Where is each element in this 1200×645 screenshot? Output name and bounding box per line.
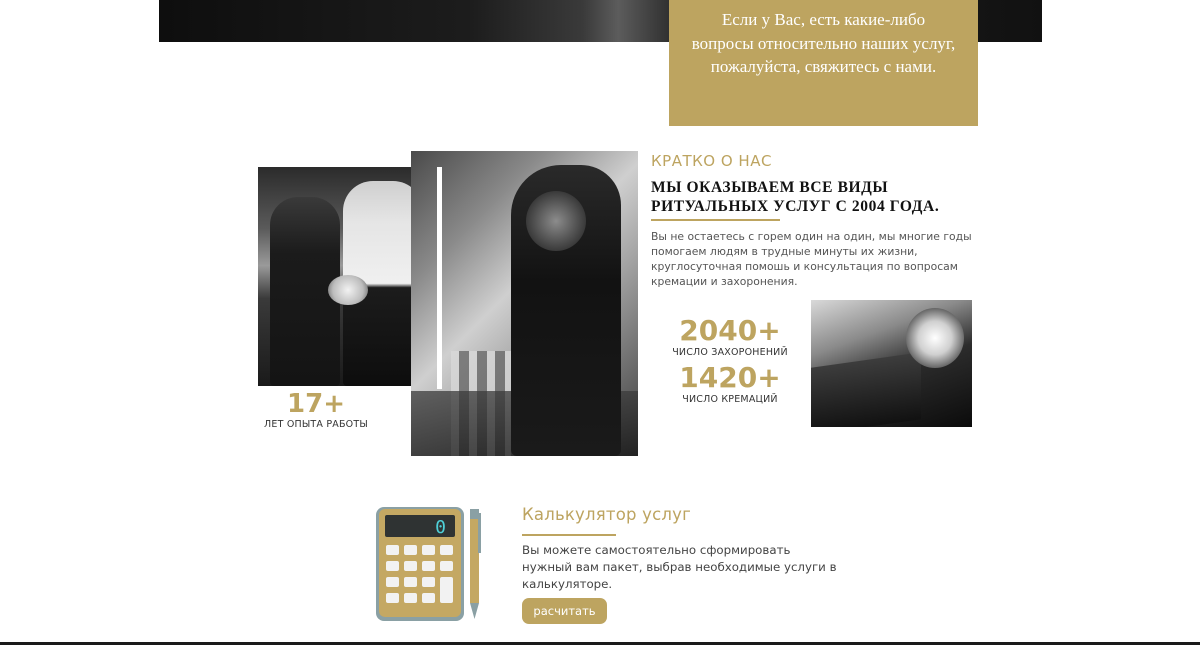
- photo-embrace: [411, 151, 638, 456]
- calculator-title: Калькулятор услуг: [522, 505, 691, 524]
- about-text: Вы не остаетесь с горем один на один, мы…: [651, 230, 972, 288]
- pen-cap: [470, 509, 479, 519]
- experience-value: 17+: [287, 389, 345, 419]
- photo-coffin-flowers: [811, 300, 972, 427]
- photo-embrace-head: [526, 191, 586, 251]
- pen-body: [470, 509, 479, 603]
- photo-coffin: [811, 352, 921, 427]
- calculator-icon: 0: [376, 507, 481, 621]
- experience-label: ЛЕТ ОПЫТА РАБОТЫ: [264, 419, 368, 430]
- about-heading-divider: [651, 219, 780, 221]
- photo-flowers: [328, 275, 368, 305]
- stat-burials: 2040+ ЧИСЛО ЗАХОРОНЕНИЙ: [660, 314, 800, 359]
- calculator-text: Вы можете самостоятельно сформировать ну…: [522, 543, 837, 591]
- calculate-button[interactable]: расчитать: [522, 598, 607, 624]
- calculator-title-divider: [522, 534, 616, 536]
- pen-clip: [478, 513, 481, 553]
- stat-burials-label: ЧИСЛО ЗАХОРОНЕНИЙ: [672, 347, 788, 358]
- stat-cremations-label: ЧИСЛО КРЕМАЦИЙ: [682, 394, 778, 405]
- pen-tip: [470, 603, 479, 619]
- photo-frame-edge: [437, 167, 442, 389]
- stat-cremations-value: 1420+: [679, 361, 781, 394]
- stat-burials-value: 2040+: [679, 314, 781, 347]
- contact-callout: Если у Вас, есть какие-либо вопросы отно…: [669, 0, 978, 126]
- contact-callout-text: Если у Вас, есть какие-либо вопросы отно…: [691, 10, 956, 76]
- about-heading: МЫ ОКАЗЫВАЕМ ВСЕ ВИДЫ РИТУАЛЬНЫХ УСЛУГ С…: [651, 179, 940, 215]
- stat-cremations: 1420+ ЧИСЛО КРЕМАЦИЙ: [660, 361, 800, 406]
- photo-lily: [906, 308, 964, 368]
- about-kicker: КРАТКО О НАС: [651, 152, 772, 170]
- calculator-display-value: 0: [435, 517, 446, 538]
